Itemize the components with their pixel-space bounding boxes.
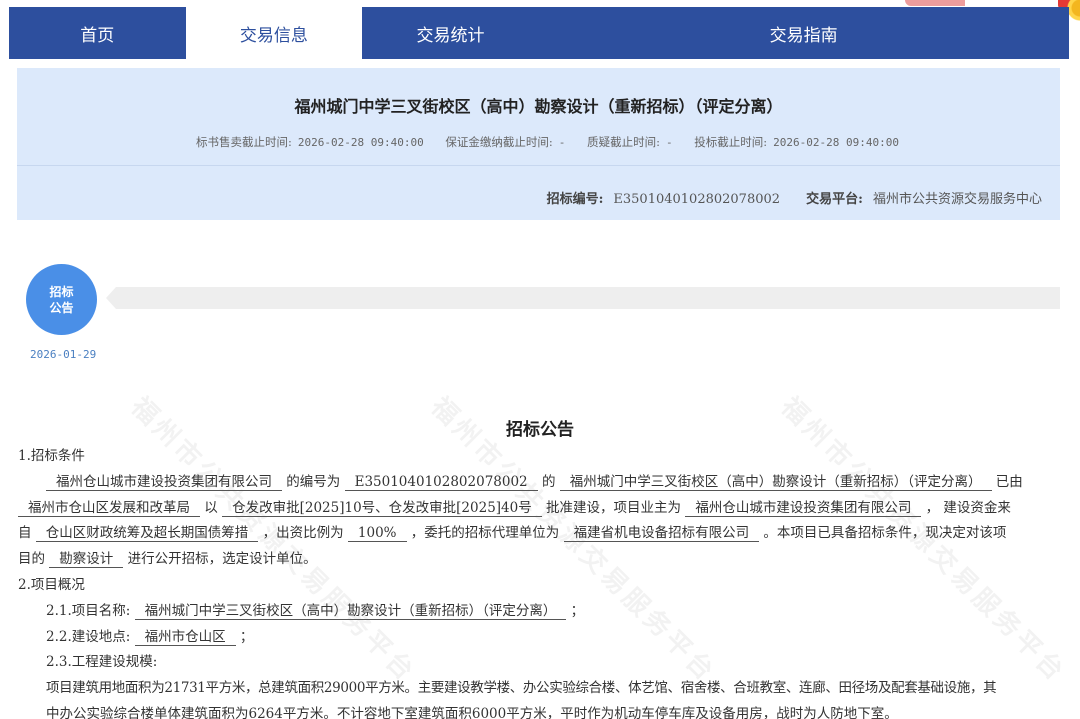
text-fragment: ， 建设资金来 (925, 499, 1011, 516)
tender-scope: 勘察设计 (49, 551, 124, 569)
notice-paragraph-line: 自 仓山区财政统筹及超长期国债筹措 ，出资比例为 100% ，委托的招标代理单位… (18, 521, 1058, 547)
location-row: 2.2.建设地点: 福州市仓山区 ； (18, 625, 1058, 651)
project-name-inline: 福州城门中学三叉街校区（高中）勘察设计（重新招标）（评定分离） (559, 473, 992, 491)
timeline-node-label-2: 公告 (49, 300, 74, 315)
timeline-bar (106, 287, 1060, 309)
text-fragment: ，委托的招标代理单位为 (410, 525, 560, 542)
deposit-deadline-label: 保证金缴纳截止时间: (445, 135, 553, 149)
bid-code-label: 招标编号: (546, 192, 604, 207)
field-label: 2.2.建设地点: (46, 628, 131, 645)
timeline-date: 2026-01-29 (30, 348, 97, 361)
agent-name: 福建省机电设备招标有限公司 (563, 525, 760, 543)
nav-blurred-item[interactable] (539, 7, 716, 59)
project-title: 福州城门中学三叉街校区（高中）勘察设计（重新招标）（评定分离） (294, 97, 783, 116)
fund-ratio: 100% (347, 525, 407, 543)
text-fragment: 目的 (18, 551, 45, 568)
text-fragment: 进行公开招标，选定设计单位。 (127, 551, 317, 568)
deposit-deadline-value: - (558, 136, 566, 149)
nav-trade-guide[interactable]: 交易指南 (715, 7, 892, 59)
bid-code-value: E3501040102802078002 (613, 192, 781, 207)
scale-text-line: 项目建筑用地面积为21731平方米，总建筑面积29000平方米。主要建设教学楼、… (46, 680, 997, 697)
sale-deadline-label: 标书售卖截止时间: (196, 135, 292, 149)
scale-heading: 2.3.工程建设规模: (46, 654, 158, 671)
notice-paragraph-line: 福州市仓山区发展和改革局 以 仓发改审批[2025]10号、仓发改审批[2025… (18, 496, 1058, 522)
text-fragment: 的 (541, 473, 556, 490)
approver-name: 福州市仓山区发展和改革局 (18, 499, 200, 517)
notice-body: 1.招标条件 福州仓山城市建设投资集团有限公司 的编号为 E3501040102… (18, 444, 1058, 719)
platform-value: 福州市公共资源交易服务中心 (872, 192, 1042, 207)
fund-source: 仓山区财政统筹及超长期国债筹措 (35, 525, 259, 543)
notice-paragraph-line: 福州仓山城市建设投资集团有限公司 的编号为 E35010401028020780… (18, 470, 1058, 496)
nav-trade-stats[interactable]: 交易统计 (362, 7, 539, 59)
query-deadline-value: - (665, 136, 673, 149)
project-name-row: 2.1.项目名称: 福州城门中学三叉街校区（高中）勘察设计（重新招标）（评定分离… (18, 599, 1058, 625)
text-fragment: 自 (18, 525, 32, 542)
text-fragment: 的编号为 (286, 473, 341, 490)
project-info-panel: 福州城门中学三叉街校区（高中）勘察设计（重新招标）（评定分离） 标书售卖截止时间… (17, 68, 1060, 220)
panel-divider (17, 165, 1060, 166)
top-nav: 首页 交易信息 交易统计 交易指南 (9, 7, 1069, 59)
text-fragment: ； (239, 628, 254, 645)
notice-paragraph-line: 目的 勘察设计 进行公开招标，选定设计单位。 (18, 547, 1058, 573)
scale-text-line: 中办公实验综合楼单体建筑面积为6264平方米。不计容地下室建筑面积6000平方米… (46, 705, 898, 719)
text-fragment: 批准建设，项目业主为 (546, 499, 682, 516)
text-fragment: 以 (204, 499, 218, 516)
approval-docs: 仓发改审批[2025]10号、仓发改审批[2025]40号 (222, 499, 542, 517)
deadline-row: 标书售卖截止时间: 2026-02-28 09:40:00 保证金缴纳截止时间: -… (17, 134, 1060, 150)
text-fragment: ； (570, 602, 585, 619)
query-deadline-label: 质疑截止时间: (587, 135, 660, 149)
text-fragment: 。本项目已具备招标条件，现决定对该项 (763, 525, 1007, 542)
timeline-node-label-1: 招标 (49, 284, 74, 299)
nav-trade-info[interactable]: 交易信息 (185, 7, 363, 59)
text-fragment: ，出资比例为 (262, 525, 344, 542)
location-value: 福州市仓山区 (134, 628, 236, 646)
sale-deadline-value: 2026-02-28 09:40:00 (297, 136, 424, 149)
field-label: 2.1.项目名称: (46, 602, 131, 619)
platform-label: 交易平台: (806, 192, 863, 207)
section-1-heading: 1.招标条件 (18, 448, 85, 464)
bid-code-inline: E3501040102802078002 (344, 473, 538, 491)
nav-home[interactable]: 首页 (9, 7, 186, 59)
timeline-node-notice[interactable]: 招标 公告 (26, 264, 97, 335)
project-name-value: 福州城门中学三叉街校区（高中）勘察设计（重新招标）（评定分离） (134, 602, 567, 620)
notice-title: 招标公告 (506, 420, 574, 440)
bid-deadline-label: 投标截止时间: (694, 135, 768, 149)
text-fragment: 已由 (995, 473, 1023, 490)
bid-deadline-value: 2026-02-28 09:40:00 (773, 136, 899, 149)
corner-decoration (905, 0, 965, 6)
owner-name: 福州仓山城市建设投资集团有限公司 (685, 499, 922, 517)
owner-name: 福州仓山城市建设投资集团有限公司 (46, 473, 282, 491)
meta-row: 招标编号: E3501040102802078002 交易平台: 福州市公共资源交易… (525, 188, 1042, 207)
section-2-heading: 2.项目概况 (18, 576, 85, 593)
